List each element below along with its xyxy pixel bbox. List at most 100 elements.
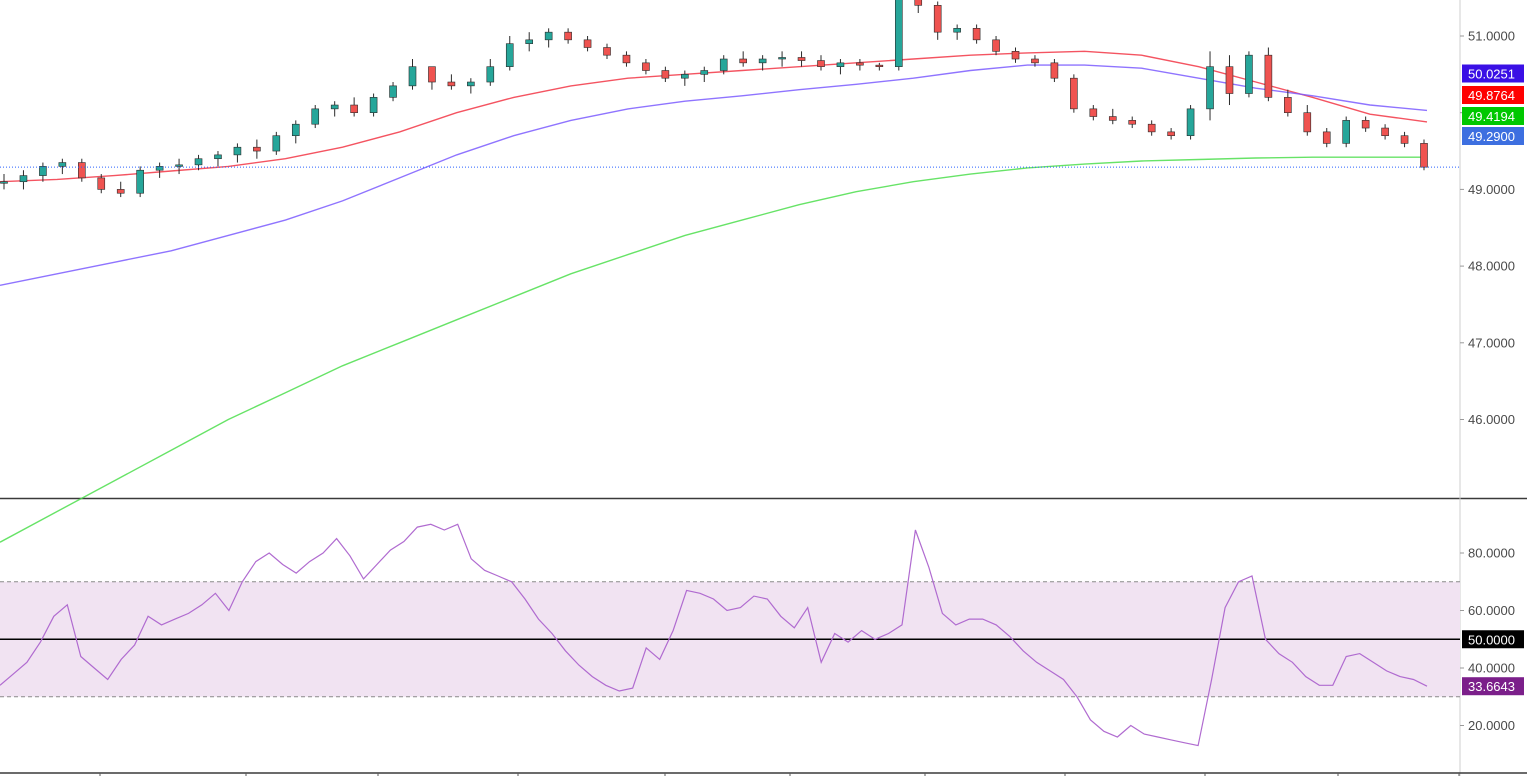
candle-body — [39, 166, 47, 176]
candle — [116, 181, 125, 198]
candle — [291, 120, 300, 144]
candle-body — [719, 58, 728, 71]
candle-body — [856, 62, 864, 66]
candle — [1400, 131, 1409, 148]
candle-body — [894, 0, 903, 67]
candle — [1206, 51, 1214, 121]
candle — [817, 55, 825, 71]
candle — [1186, 105, 1195, 140]
chart-stage: 46.0000 47.0000 48.0000 49.0000 50.0000 51.00… — [0, 0, 1527, 776]
candle-body — [58, 162, 67, 167]
candle — [0, 174, 8, 190]
price-pane[interactable] — [0, 0, 1527, 543]
candle — [1245, 51, 1253, 98]
candle-body — [1264, 54, 1273, 98]
candle-body — [0, 181, 8, 184]
candle — [1225, 55, 1234, 106]
candle — [642, 59, 650, 75]
rsi-pane[interactable] — [0, 523, 1460, 747]
candle — [39, 162, 47, 182]
badge-rsi-mid-text: 50.0000 — [1468, 632, 1515, 647]
badge-ma-purple-text: 50.0251 — [1468, 67, 1515, 82]
candle-body — [1322, 131, 1331, 144]
candle — [1342, 116, 1350, 148]
candle-body — [661, 70, 670, 79]
rsi-tick-label: 40.0000 — [1468, 661, 1515, 676]
candle — [1322, 128, 1331, 148]
candle-body — [1245, 54, 1253, 94]
candle-body — [1361, 120, 1370, 129]
candle-body — [914, 0, 923, 6]
candle — [1147, 120, 1156, 136]
candle — [505, 36, 514, 71]
candle — [700, 66, 709, 83]
candle — [408, 59, 417, 90]
candle-body — [428, 66, 436, 83]
candle-body — [486, 66, 495, 83]
candle-body — [78, 162, 86, 179]
candle-body — [953, 28, 961, 33]
candle-body — [1050, 62, 1059, 79]
candle-body — [583, 39, 592, 48]
candle-body — [175, 164, 183, 167]
candle-body — [992, 39, 1000, 52]
candle-body — [447, 81, 456, 87]
badge-ma-red: 49.8764 — [1462, 86, 1524, 104]
candle-body — [642, 62, 650, 71]
candle-body — [817, 60, 825, 67]
rsi-tick-label: 20.0000 — [1468, 718, 1515, 733]
candle — [856, 59, 864, 71]
candle — [953, 24, 961, 40]
candle-body — [797, 57, 806, 61]
candle — [1303, 105, 1312, 136]
candle-body — [97, 177, 106, 190]
candle — [1284, 89, 1292, 117]
candle-body — [603, 47, 611, 56]
candle — [1070, 74, 1078, 113]
candle — [1167, 128, 1175, 140]
candle — [175, 158, 183, 175]
candle — [1050, 59, 1059, 83]
badge-rsi-mid: 50.0000 — [1462, 630, 1524, 649]
badge-rsi-last-text: 33.6643 — [1468, 679, 1515, 694]
candle-body — [622, 54, 631, 64]
candle — [1420, 139, 1428, 171]
badge-rsi-last: 33.6643 — [1462, 677, 1524, 696]
candle — [564, 28, 572, 44]
candle-body — [233, 146, 242, 156]
candle-body — [214, 154, 222, 160]
candle-body — [136, 169, 144, 194]
candle — [1011, 47, 1020, 63]
badge-ma-purple: 50.0251 — [1462, 64, 1524, 83]
candle — [214, 151, 222, 167]
candle-body — [1089, 108, 1098, 117]
candle — [136, 166, 144, 198]
candle — [1108, 108, 1117, 125]
candle — [603, 43, 611, 60]
moving-average-line-3 — [0, 156, 1427, 543]
rsi-tick-label: 60.0000 — [1468, 603, 1515, 618]
price-badges: 50.0251 49.8764 49.4194 49.2900 50.0000 33.66… — [1462, 64, 1524, 696]
candle-body — [778, 57, 786, 60]
candle-body — [1381, 127, 1389, 137]
candle-body — [1206, 66, 1214, 110]
candle — [1361, 116, 1370, 132]
candle-body — [389, 85, 397, 98]
candle-body — [1108, 116, 1117, 121]
price-tick-label: 49.0000 — [1468, 182, 1515, 197]
candle-body — [19, 175, 28, 183]
candle — [58, 158, 67, 175]
candle-body — [408, 66, 417, 87]
candle — [894, 0, 903, 71]
candle — [778, 51, 786, 67]
candle-body — [272, 135, 281, 152]
candle — [389, 82, 397, 102]
candle-body — [116, 189, 125, 194]
candle — [875, 62, 884, 71]
badge-ma-red-text: 49.8764 — [1468, 88, 1515, 103]
candle-body — [1303, 112, 1312, 133]
badge-ma-green-text: 49.4194 — [1468, 109, 1515, 124]
candle — [525, 32, 534, 52]
candle-body — [1400, 135, 1409, 144]
candle-body — [525, 39, 534, 44]
